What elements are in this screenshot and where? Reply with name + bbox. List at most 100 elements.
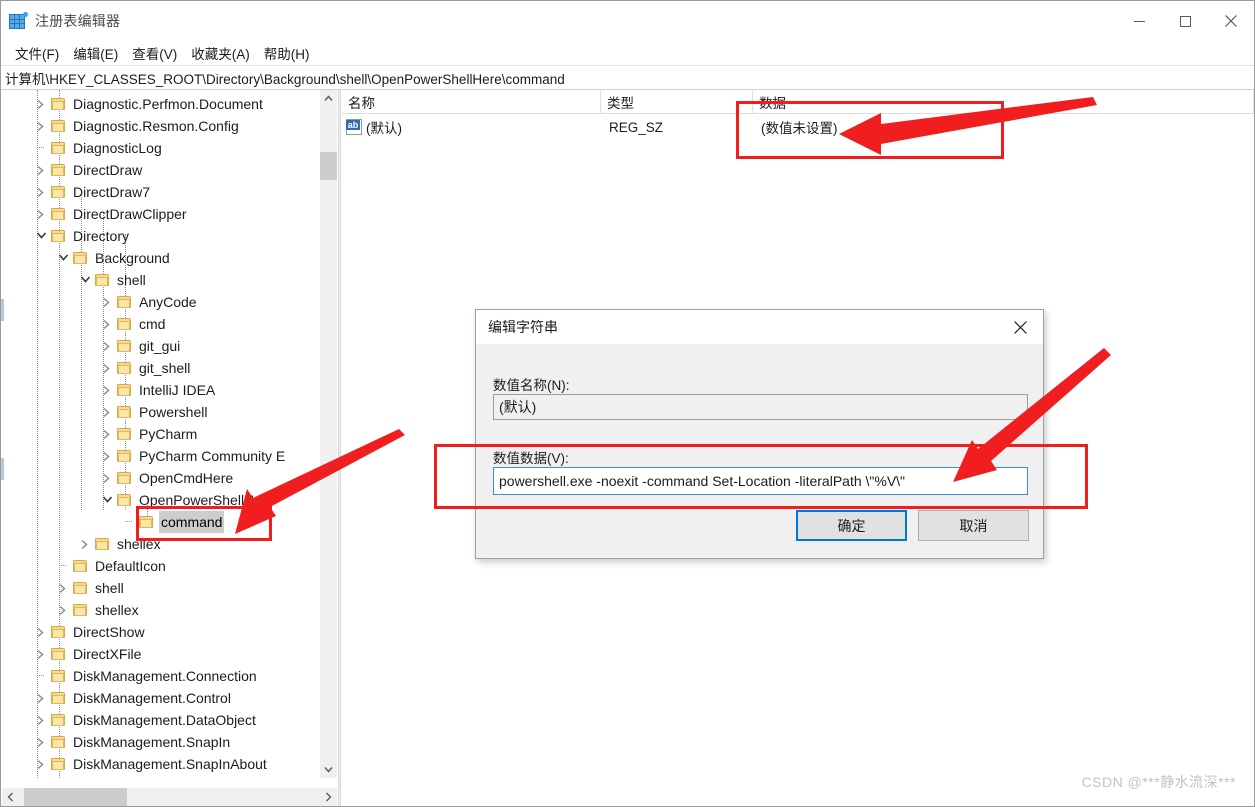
tree-node-diskmanagement-snapin[interactable]: DiskManagement.SnapIn [2, 731, 320, 753]
chevron-right-icon[interactable] [32, 203, 51, 225]
tree-node-directshow[interactable]: DirectShow [2, 621, 320, 643]
chevron-right-icon[interactable] [98, 335, 117, 357]
ok-button[interactable]: 确定 [796, 510, 907, 541]
tree-node-git-gui[interactable]: git_gui [2, 335, 320, 357]
tree-horizontal-scrollbar[interactable] [2, 788, 337, 806]
maximize-button[interactable] [1162, 1, 1208, 41]
tree-node-pycharm-community-e[interactable]: PyCharm Community E [2, 445, 320, 467]
scroll-left-icon[interactable] [2, 788, 19, 806]
tree-node-diagnostic-resmon-config[interactable]: Diagnostic.Resmon.Config [2, 115, 320, 137]
tree-node-opencmdhere[interactable]: OpenCmdHere [2, 467, 320, 489]
chevron-right-icon[interactable] [32, 159, 51, 181]
menu-favorites[interactable]: 收藏夹(A) [184, 41, 257, 65]
column-header-type[interactable]: 类型 [601, 90, 753, 114]
table-row[interactable]: ab (默认) REG_SZ (数值未设置) [342, 114, 1254, 140]
menu-help[interactable]: 帮助(H) [257, 41, 317, 65]
tree-scroll-thumb[interactable] [320, 152, 337, 180]
tree-node-cmd[interactable]: cmd [2, 313, 320, 335]
registry-tree[interactable]: Diagnostic.Perfmon.Document Diagnostic.Re… [2, 90, 320, 778]
tree-node-directxfile[interactable]: DirectXFile [2, 643, 320, 665]
close-button[interactable] [1208, 1, 1254, 41]
tree-node-defaulticon[interactable]: DefaultIcon [2, 555, 320, 577]
chevron-right-icon[interactable] [98, 379, 117, 401]
chevron-down-icon[interactable] [98, 489, 117, 511]
tree-vertical-scrollbar[interactable] [320, 90, 337, 778]
cancel-button[interactable]: 取消 [918, 510, 1029, 541]
tree-node-label: DirectDraw7 [73, 184, 151, 200]
chevron-right-icon[interactable] [98, 423, 117, 445]
column-header-name[interactable]: 名称 [342, 90, 601, 114]
chevron-right-icon[interactable] [32, 115, 51, 137]
chevron-down-icon[interactable] [76, 269, 95, 291]
column-header-data[interactable]: 数据 [753, 90, 1254, 114]
tree-node-label: command [159, 511, 225, 533]
dialog-title-bar: 编辑字符串 [476, 310, 1043, 344]
chevron-right-icon[interactable] [98, 445, 117, 467]
value-data-input[interactable]: powershell.exe -noexit -command Set-Loca… [493, 467, 1028, 495]
tree-node-anycode[interactable]: AnyCode [2, 291, 320, 313]
tree-node-powershell[interactable]: Powershell [2, 401, 320, 423]
tree-node-command[interactable]: command [2, 511, 320, 533]
tree-node-diskmanagement-dataobject[interactable]: DiskManagement.DataObject [2, 709, 320, 731]
folder-icon [117, 384, 131, 396]
chevron-right-icon[interactable] [32, 753, 51, 775]
chevron-right-icon[interactable] [76, 533, 95, 555]
tree-node-diagnosticlog[interactable]: DiagnosticLog [2, 137, 320, 159]
chevron-right-icon[interactable] [98, 401, 117, 423]
tree-node-diskmanagement-control[interactable]: DiskManagement.Control [2, 687, 320, 709]
tree-node-label: Diagnostic.Resmon.Config [73, 118, 239, 134]
tree-node-shellex[interactable]: shellex [2, 533, 320, 555]
tree-node-diskmanagement-snapinabout[interactable]: DiskManagement.SnapInAbout [2, 753, 320, 775]
chevron-right-icon[interactable] [32, 643, 51, 665]
tree-node-git-shell[interactable]: git_shell [2, 357, 320, 379]
folder-icon [117, 494, 131, 506]
pane-splitter[interactable] [338, 90, 341, 806]
minimize-button[interactable] [1116, 1, 1162, 41]
tree-node-label: PyCharm Community E [139, 448, 286, 464]
tree-node-background[interactable]: Background [2, 247, 320, 269]
chevron-right-icon[interactable] [32, 687, 51, 709]
chevron-right-icon[interactable] [32, 731, 51, 753]
scroll-right-icon[interactable] [320, 788, 337, 806]
scroll-up-icon[interactable] [320, 90, 337, 107]
scroll-down-icon[interactable] [320, 761, 337, 778]
chevron-right-icon[interactable] [98, 357, 117, 379]
menu-file[interactable]: 文件(F) [8, 41, 66, 65]
dialog-close-icon[interactable] [998, 310, 1043, 344]
address-bar[interactable]: 计算机\HKEY_CLASSES_ROOT\Directory\Backgrou… [1, 65, 1254, 90]
title-bar: 注册表编辑器 [1, 1, 1254, 41]
tree-node-shell[interactable]: shell [2, 577, 320, 599]
value-name-input[interactable]: (默认) [493, 394, 1028, 420]
tree-node-directdrawclipper[interactable]: DirectDrawClipper [2, 203, 320, 225]
chevron-right-icon[interactable] [32, 93, 51, 115]
tree-node-diskmanagement-snapincompo[interactable]: DiskManagement.SnapInCompo [2, 775, 320, 778]
tree-node-shellex[interactable]: shellex [2, 599, 320, 621]
folder-icon [51, 648, 65, 660]
menu-edit[interactable]: 编辑(E) [66, 41, 125, 65]
chevron-down-icon[interactable] [32, 225, 51, 247]
chevron-right-icon[interactable] [32, 709, 51, 731]
chevron-right-icon[interactable] [54, 577, 73, 599]
tree-node-directdraw7[interactable]: DirectDraw7 [2, 181, 320, 203]
chevron-right-icon[interactable] [98, 467, 117, 489]
chevron-right-icon[interactable] [98, 313, 117, 335]
tree-node-diagnostic-perfmon-document[interactable]: Diagnostic.Perfmon.Document [2, 93, 320, 115]
tree-node-directory[interactable]: Directory [2, 225, 320, 247]
tree-hscroll-thumb[interactable] [24, 788, 127, 806]
tree-node-pycharm[interactable]: PyCharm [2, 423, 320, 445]
chevron-down-icon[interactable] [54, 247, 73, 269]
chevron-right-icon[interactable] [32, 181, 51, 203]
tree-node-directdraw[interactable]: DirectDraw [2, 159, 320, 181]
tree-node-openpowershellhere[interactable]: OpenPowerShellHere [2, 489, 320, 511]
chevron-right-icon[interactable] [54, 599, 73, 621]
tree-node-intellij-idea[interactable]: IntelliJ IDEA [2, 379, 320, 401]
chevron-right-icon[interactable] [32, 621, 51, 643]
menu-view[interactable]: 查看(V) [125, 41, 184, 65]
tree-node-shell[interactable]: shell [2, 269, 320, 291]
chevron-right-icon[interactable] [32, 775, 51, 778]
tree-node-label: DirectShow [73, 624, 145, 640]
chevron-right-icon[interactable] [98, 291, 117, 313]
tree-node-label: Diagnostic.Perfmon.Document [73, 96, 263, 112]
tree-hscroll-track[interactable] [19, 788, 320, 806]
tree-node-diskmanagement-connection[interactable]: DiskManagement.Connection [2, 665, 320, 687]
